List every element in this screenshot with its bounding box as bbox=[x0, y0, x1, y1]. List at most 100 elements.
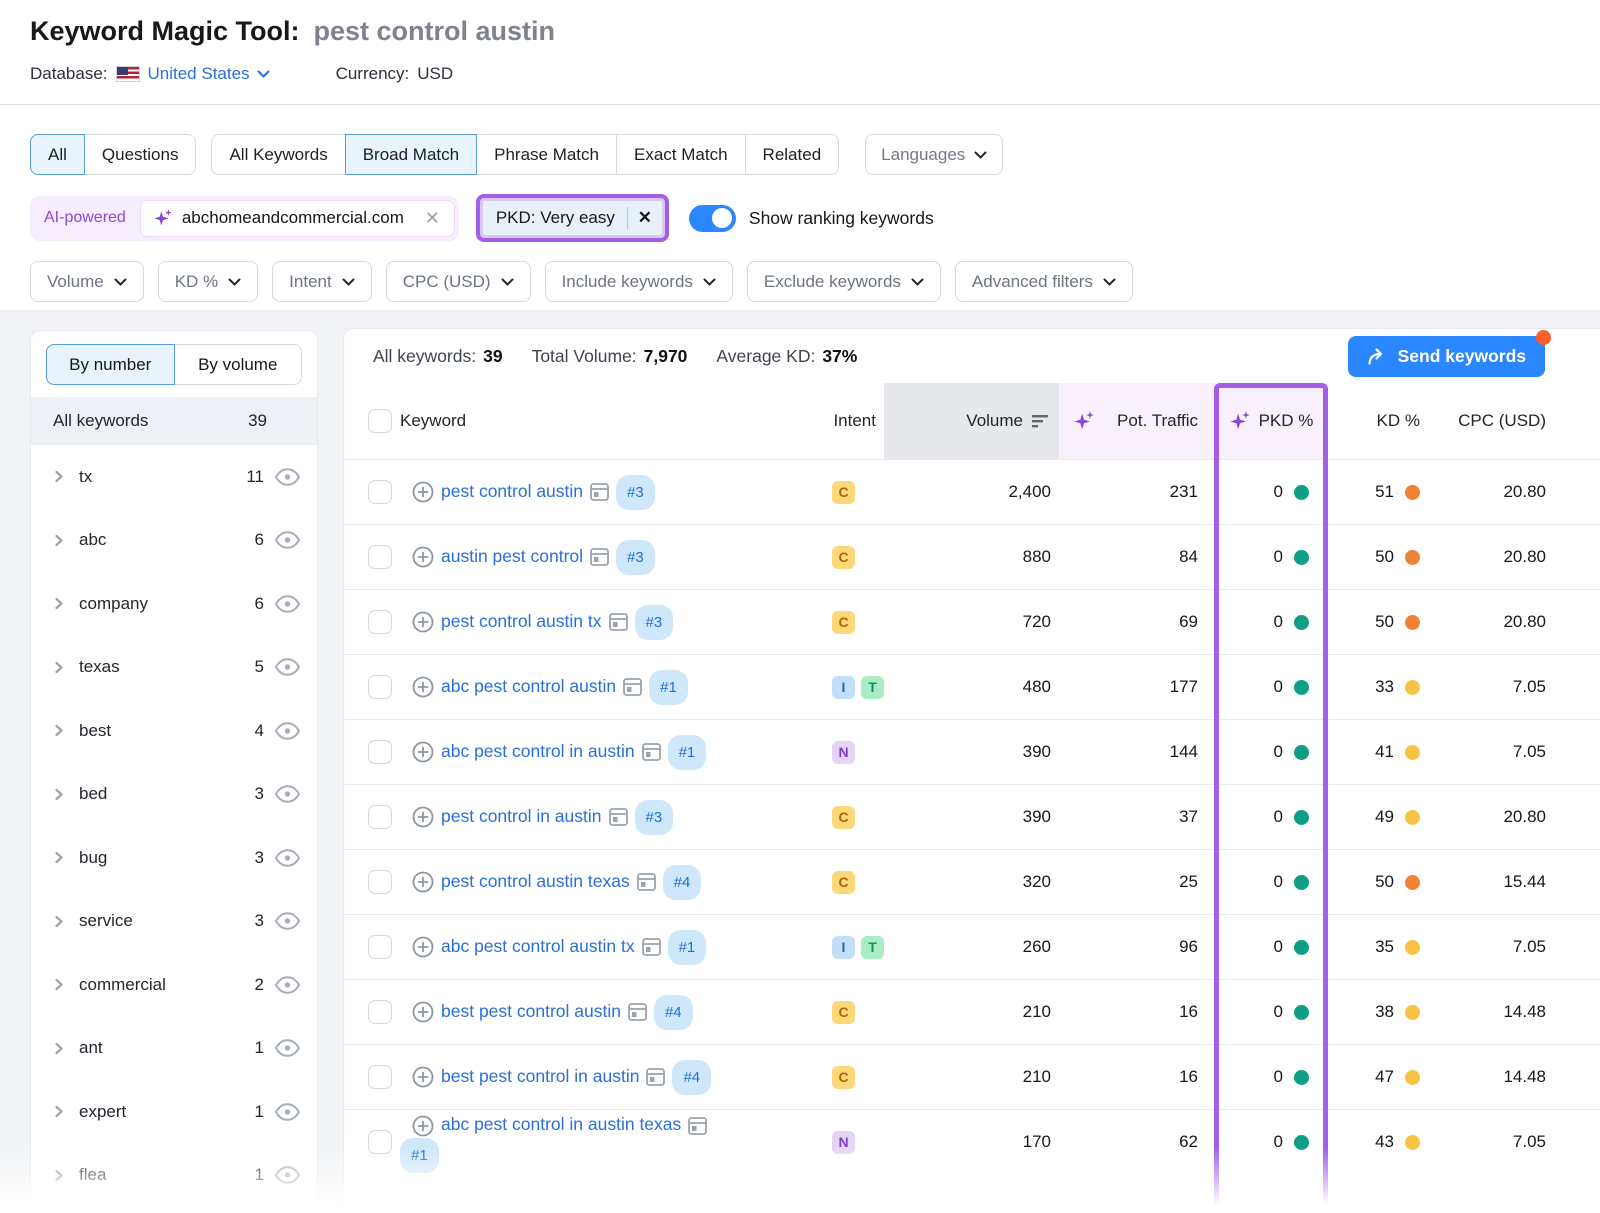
by-volume-button[interactable]: By volume bbox=[174, 344, 303, 385]
eye-icon[interactable] bbox=[274, 1166, 301, 1184]
keyword-link[interactable]: best pest control austin bbox=[441, 1000, 621, 1020]
row-checkbox[interactable] bbox=[368, 870, 392, 894]
clear-domain-icon[interactable]: ✕ bbox=[423, 208, 442, 229]
serp-features-icon[interactable] bbox=[642, 743, 661, 761]
keyword-link[interactable]: pest control austin tx bbox=[441, 610, 602, 630]
database-selector[interactable]: United States bbox=[148, 64, 270, 84]
keyword-link[interactable]: abc pest control in austin bbox=[441, 740, 635, 760]
row-checkbox[interactable] bbox=[368, 480, 392, 504]
serp-features-icon[interactable] bbox=[688, 1117, 707, 1135]
column-header-volume[interactable]: Volume bbox=[884, 383, 1059, 459]
pkd-filter-chip[interactable]: PKD: Very easy ✕ bbox=[483, 201, 662, 235]
row-checkbox[interactable] bbox=[368, 935, 392, 959]
sidebar-group-texas[interactable]: texas5 bbox=[31, 636, 317, 700]
advanced-filters-dropdown[interactable]: Advanced filters bbox=[955, 261, 1133, 302]
serp-features-icon[interactable] bbox=[623, 678, 642, 696]
keyword-link[interactable]: austin pest control bbox=[441, 545, 583, 565]
eye-icon[interactable] bbox=[274, 658, 301, 676]
eye-icon[interactable] bbox=[274, 595, 301, 613]
column-header-cpc[interactable]: CPC (USD) bbox=[1444, 383, 1546, 459]
sidebar-group-bug[interactable]: bug3 bbox=[31, 826, 317, 890]
row-checkbox[interactable] bbox=[368, 1130, 392, 1154]
keyword-link[interactable]: abc pest control austin bbox=[441, 675, 616, 695]
send-keywords-button[interactable]: Send keywords bbox=[1348, 336, 1545, 377]
remove-pkd-filter-icon[interactable]: ✕ bbox=[628, 201, 662, 235]
eye-icon[interactable] bbox=[274, 1103, 301, 1121]
serp-features-icon[interactable] bbox=[637, 873, 656, 891]
add-keyword-icon[interactable] bbox=[412, 481, 434, 503]
tab-all-keywords[interactable]: All Keywords bbox=[211, 134, 345, 175]
serp-features-icon[interactable] bbox=[609, 613, 628, 631]
sidebar-group-service[interactable]: service3 bbox=[31, 890, 317, 954]
exclude-keywords-dropdown[interactable]: Exclude keywords bbox=[747, 261, 941, 302]
languages-dropdown[interactable]: Languages bbox=[865, 134, 1003, 175]
tab-all[interactable]: All bbox=[30, 134, 85, 175]
serp-features-icon[interactable] bbox=[590, 548, 609, 566]
row-checkbox[interactable] bbox=[368, 1000, 392, 1024]
eye-icon[interactable] bbox=[274, 531, 301, 549]
serp-features-icon[interactable] bbox=[590, 483, 609, 501]
include-keywords-dropdown[interactable]: Include keywords bbox=[545, 261, 733, 302]
select-all-checkbox[interactable] bbox=[368, 409, 392, 433]
row-checkbox[interactable] bbox=[368, 805, 392, 829]
tab-broad-match[interactable]: Broad Match bbox=[345, 134, 477, 175]
serp-features-icon[interactable] bbox=[628, 1003, 647, 1021]
by-number-button[interactable]: By number bbox=[46, 344, 175, 385]
add-keyword-icon[interactable] bbox=[412, 1001, 434, 1023]
intent-filter-dropdown[interactable]: Intent bbox=[272, 261, 372, 302]
column-header-pkd[interactable]: PKD % bbox=[1214, 383, 1328, 459]
volume-filter-dropdown[interactable]: Volume bbox=[30, 261, 144, 302]
row-checkbox[interactable] bbox=[368, 675, 392, 699]
sidebar-group-expert[interactable]: expert1 bbox=[31, 1080, 317, 1144]
serp-features-icon[interactable] bbox=[646, 1068, 665, 1086]
sidebar-group-company[interactable]: company6 bbox=[31, 572, 317, 636]
keyword-link[interactable]: pest control austin bbox=[441, 480, 583, 500]
add-keyword-icon[interactable] bbox=[412, 1066, 434, 1088]
row-checkbox[interactable] bbox=[368, 545, 392, 569]
all-keywords-group[interactable]: All keywords 39 bbox=[31, 397, 317, 445]
eye-icon[interactable] bbox=[274, 722, 301, 740]
column-header-kd[interactable]: KD % bbox=[1328, 383, 1444, 459]
keyword-link[interactable]: pest control in austin bbox=[441, 805, 602, 825]
kd-filter-dropdown[interactable]: KD % bbox=[158, 261, 258, 302]
cpc-filter-dropdown[interactable]: CPC (USD) bbox=[386, 261, 531, 302]
row-checkbox[interactable] bbox=[368, 1065, 392, 1089]
column-header-intent[interactable]: Intent bbox=[820, 383, 884, 459]
add-keyword-icon[interactable] bbox=[412, 871, 434, 893]
eye-icon[interactable] bbox=[274, 785, 301, 803]
domain-input[interactable]: abchomeandcommercial.com ✕ bbox=[140, 200, 455, 237]
tab-related[interactable]: Related bbox=[745, 134, 840, 175]
eye-icon[interactable] bbox=[274, 849, 301, 867]
row-checkbox[interactable] bbox=[368, 740, 392, 764]
tab-exact-match[interactable]: Exact Match bbox=[616, 134, 746, 175]
eye-icon[interactable] bbox=[274, 912, 301, 930]
tab-phrase-match[interactable]: Phrase Match bbox=[476, 134, 617, 175]
show-ranking-keywords-toggle[interactable] bbox=[689, 205, 736, 232]
eye-icon[interactable] bbox=[274, 976, 301, 994]
serp-features-icon[interactable] bbox=[609, 808, 628, 826]
add-keyword-icon[interactable] bbox=[412, 741, 434, 763]
eye-icon[interactable] bbox=[274, 468, 301, 486]
eye-icon[interactable] bbox=[274, 1039, 301, 1057]
keyword-link[interactable]: pest control austin texas bbox=[441, 870, 630, 890]
keyword-link[interactable]: abc pest control austin tx bbox=[441, 935, 635, 955]
add-keyword-icon[interactable] bbox=[412, 936, 434, 958]
sidebar-group-abc[interactable]: abc6 bbox=[31, 509, 317, 573]
sidebar-group-commercial[interactable]: commercial2 bbox=[31, 953, 317, 1017]
column-header-pot-traffic[interactable]: Pot. Traffic bbox=[1059, 383, 1214, 459]
add-keyword-icon[interactable] bbox=[412, 1115, 434, 1137]
add-keyword-icon[interactable] bbox=[412, 611, 434, 633]
sidebar-group-best[interactable]: best4 bbox=[31, 699, 317, 763]
add-keyword-icon[interactable] bbox=[412, 546, 434, 568]
serp-features-icon[interactable] bbox=[642, 938, 661, 956]
sidebar-group-flea[interactable]: flea1 bbox=[31, 1144, 317, 1208]
tab-questions[interactable]: Questions bbox=[84, 134, 197, 175]
add-keyword-icon[interactable] bbox=[412, 676, 434, 698]
sidebar-group-bed[interactable]: bed3 bbox=[31, 763, 317, 827]
add-keyword-icon[interactable] bbox=[412, 806, 434, 828]
keyword-link[interactable]: abc pest control in austin texas bbox=[441, 1114, 681, 1134]
sidebar-group-ant[interactable]: ant1 bbox=[31, 1017, 317, 1081]
sidebar-group-tx[interactable]: tx11 bbox=[31, 445, 317, 509]
keyword-link[interactable]: best pest control in austin bbox=[441, 1065, 639, 1085]
column-header-keyword[interactable]: Keyword bbox=[400, 383, 820, 459]
